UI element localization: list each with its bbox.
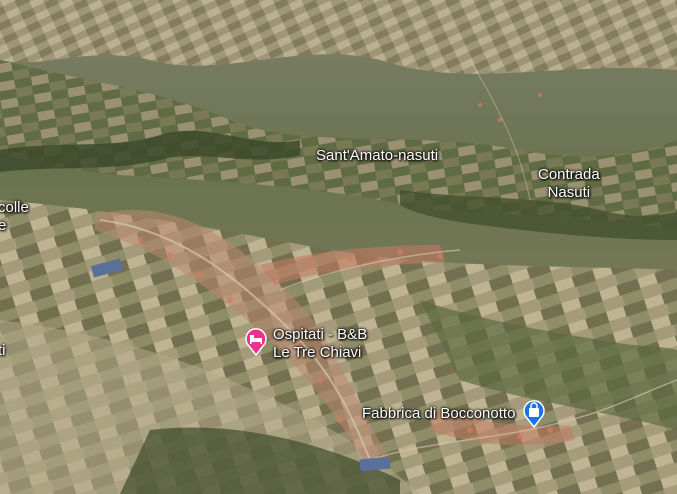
satellite-terrain[interactable] xyxy=(0,0,677,494)
poi-label-line: Le Tre Chiavi xyxy=(273,344,362,361)
place-label-contrada-nasuti[interactable]: Contrada Nasuti xyxy=(538,166,600,202)
place-label-colle[interactable]: colle e xyxy=(0,199,29,235)
bed-icon xyxy=(245,328,267,356)
poi-label-line: Fabbrica di Bocconotto xyxy=(362,405,516,422)
place-label-line: Nasuti xyxy=(547,184,591,201)
shopping-bag-icon xyxy=(523,400,546,428)
place-label-line: Contrada xyxy=(538,166,600,183)
place-label-santamato[interactable]: Sant'Amato-nasuti xyxy=(316,147,438,165)
poi-bnb-le-tre-chiavi[interactable]: Ospitati - B&B Le Tre Chiavi xyxy=(243,326,367,362)
poi-label-line: Ospitati - B&B xyxy=(273,326,368,343)
map-canvas[interactable]: Sant'Amato-nasuti Contrada Nasuti colle … xyxy=(0,0,677,494)
place-label-line: e xyxy=(0,217,7,234)
poi-fabbrica-di-bocconotto[interactable]: Fabbrica di Bocconotto xyxy=(362,398,547,428)
place-label-line: colle xyxy=(0,199,29,216)
place-label-ti[interactable]: ti xyxy=(0,342,6,360)
